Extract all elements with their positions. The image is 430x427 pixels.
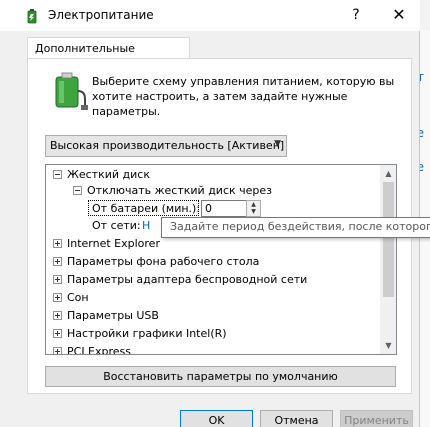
collapse-icon[interactable] [73,186,82,195]
minutes-stepper[interactable]: ▲ ▼ [246,200,261,217]
expand-icon[interactable] [53,329,62,338]
power-options-dialog: Электропитание ? ✕ Дополнительные параме… [0,0,420,427]
tree-item-on-battery[interactable]: От батареи (мин.): 0 ▲ ▼ [46,199,380,217]
scroll-down-icon[interactable]: ▼ [380,337,396,354]
help-button[interactable]: ? [343,3,369,27]
tree-item-label: Жесткий диск [67,168,150,181]
expand-icon[interactable] [53,257,62,266]
settings-tree[interactable]: Жесткий диск Отключать жесткий диск чере… [45,164,397,355]
ok-button[interactable]: OK [180,410,253,427]
power-plan-select[interactable]: Высокая производительность [Активен] ▼ [45,135,287,157]
tree-item-label: Параметры USB [67,309,159,322]
tree-item-label: Параметры фона рабочего стола [67,255,260,268]
tree-item-label: Настройки графики Intel(R) [67,327,227,340]
tree-item-label: Отключать жесткий диск через [87,184,273,197]
stepper-up-icon[interactable]: ▲ [247,201,260,208]
expand-icon[interactable] [53,311,62,320]
on-battery-minutes-input[interactable]: 0 [201,200,247,217]
expand-icon[interactable] [53,239,62,248]
stepper-down-icon[interactable]: ▼ [247,208,260,215]
restore-defaults-button[interactable]: Восстановить параметры по умолчанию [45,366,396,387]
apply-button[interactable]: Применить [340,410,413,427]
scrollbar-thumb[interactable] [383,182,394,297]
power-plan-selected-value: Высокая производительность [Активен] [50,139,285,152]
expand-icon[interactable] [53,347,62,354]
cancel-button[interactable]: Отмена [260,410,333,427]
plugged-in-label: От сети: [92,219,141,232]
expand-icon[interactable] [53,275,62,284]
tree-item-label: Сон [67,291,89,304]
close-button[interactable]: ✕ [384,3,414,27]
tab-advanced-settings[interactable]: Дополнительные параметры [27,37,190,68]
tree-item-label: Параметры адаптера беспроводной сети [67,273,308,286]
tree-scrollbar[interactable]: ▲ ▼ [380,165,396,354]
chevron-down-icon: ▼ [274,139,281,149]
collapse-icon[interactable] [53,170,62,179]
battery-plug-icon [27,9,37,24]
on-battery-label: От батареи (мин.): [92,202,201,215]
dialog-title: Электропитание [48,8,154,22]
tree-item-label: PCI Express [67,345,132,355]
expand-icon[interactable] [53,293,62,302]
intro-text: Выберите схему управления питанием, кото… [92,75,395,118]
tree-item-label: Internet Explorer [67,237,160,250]
power-plan-battery-icon [55,72,88,110]
plugged-in-value-link[interactable]: Н [142,217,150,234]
scroll-up-icon[interactable]: ▲ [380,165,396,182]
tooltip: Задайте период бездействия, после которо… [161,217,430,238]
title-bar[interactable]: Электропитание ? ✕ [0,0,420,31]
